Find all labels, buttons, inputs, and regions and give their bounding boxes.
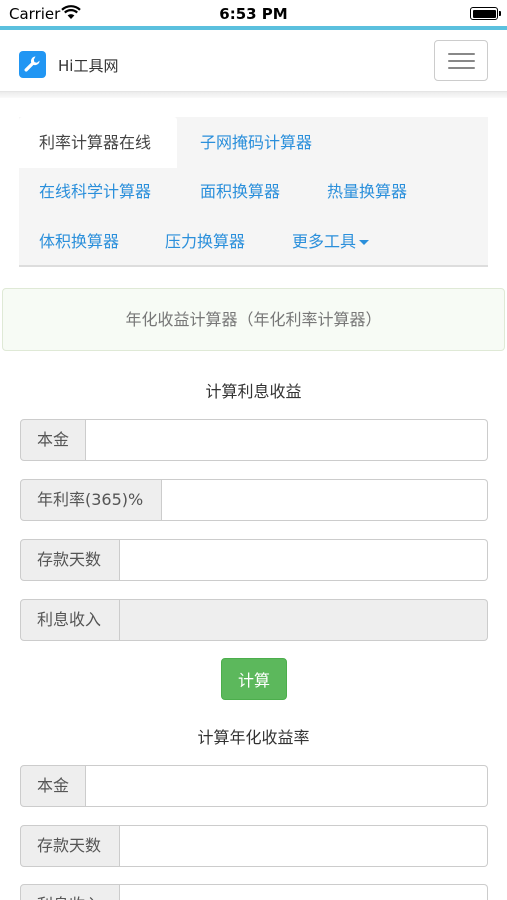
more-tools-label: 更多工具	[292, 232, 357, 251]
wrench-icon[interactable]	[19, 51, 46, 78]
calculate-button[interactable]: 计算	[221, 658, 287, 700]
navbar-shadow	[0, 92, 507, 98]
tab-interest-calculator[interactable]: 利率计算器在线	[19, 117, 177, 168]
rate-section-title: 计算年化收益率	[197, 728, 310, 747]
hamburger-menu-icon	[448, 53, 475, 55]
battery-icon	[470, 7, 501, 20]
rate-principal-input[interactable]	[86, 765, 488, 807]
interest-income-output	[120, 599, 488, 641]
annual-rate-input[interactable]	[162, 479, 488, 521]
clock: 6:53 PM	[219, 5, 288, 23]
tab-volume-converter[interactable]: 体积换算器	[39, 232, 119, 252]
tool-tabs: 利率计算器在线 子网掩码计算器 在线科学计算器 面积换算器 热量换算器 体积换算…	[19, 117, 488, 267]
tab-area-converter[interactable]: 面积换算器	[200, 182, 280, 202]
interest-income-label: 利息收入	[20, 599, 120, 641]
hamburger-menu-button[interactable]	[434, 40, 488, 81]
status-bar: Carrier 6:53 PM	[0, 0, 507, 26]
rate-deposit-days-label: 存款天数	[20, 825, 120, 867]
principal-label: 本金	[20, 419, 86, 461]
calculator-title-alert: 年化收益计算器（年化利率计算器）	[2, 288, 505, 351]
rate-principal-group: 本金	[20, 765, 488, 807]
tab-more-tools[interactable]: 更多工具	[292, 232, 370, 252]
rate-principal-label: 本金	[20, 765, 86, 807]
principal-group: 本金	[20, 419, 488, 461]
interest-section-title: 计算利息收益	[205, 382, 302, 401]
caret-down-icon	[359, 240, 370, 245]
principal-input[interactable]	[86, 419, 488, 461]
tab-heat-converter[interactable]: 热量换算器	[327, 182, 407, 202]
deposit-days-input[interactable]	[120, 539, 488, 581]
rate-interest-income-input[interactable]	[120, 884, 488, 900]
brand-name[interactable]: Hi工具网	[58, 55, 118, 76]
interest-income-group: 利息收入	[20, 599, 488, 641]
tab-subnet-calculator[interactable]: 子网掩码计算器	[200, 133, 312, 153]
tab-pressure-converter[interactable]: 压力换算器	[165, 232, 245, 252]
deposit-days-label: 存款天数	[20, 539, 120, 581]
rate-deposit-days-group: 存款天数	[20, 825, 488, 867]
navbar: Hi工具网	[0, 30, 507, 92]
annual-rate-group: 年利率(365)%	[20, 479, 488, 521]
annual-rate-label: 年利率(365)%	[20, 479, 162, 521]
tab-scientific-calculator[interactable]: 在线科学计算器	[39, 182, 151, 202]
rate-deposit-days-input[interactable]	[120, 825, 488, 867]
rate-interest-income-group: 利息收入	[20, 884, 488, 900]
rate-interest-income-label: 利息收入	[20, 884, 120, 900]
deposit-days-group: 存款天数	[20, 539, 488, 581]
